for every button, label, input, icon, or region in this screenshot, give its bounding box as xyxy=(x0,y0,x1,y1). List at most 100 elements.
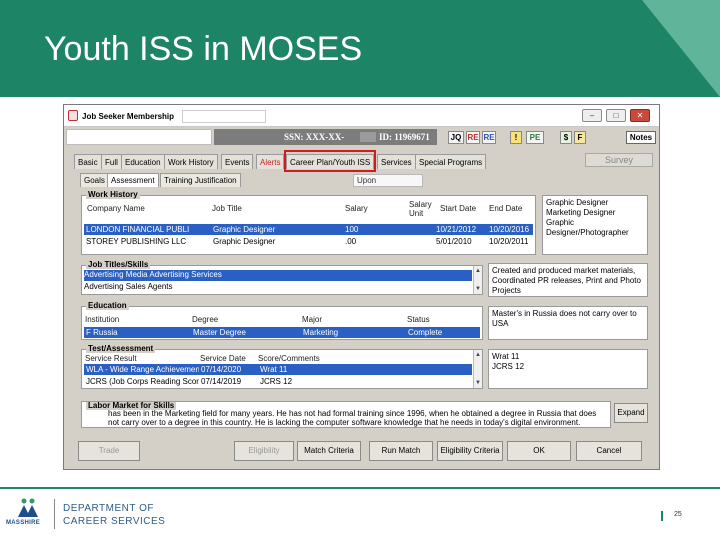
cell-score: Wrat 11 xyxy=(260,365,288,374)
job-titles-panel: Job Titles/Skills Advertising Media Adve… xyxy=(81,260,483,295)
notes-button[interactable]: Notes xyxy=(626,131,656,144)
maximize-button[interactable]: □ xyxy=(606,109,626,122)
col-job-title: Job Title xyxy=(212,204,242,213)
cancel-button[interactable]: Cancel xyxy=(576,441,642,461)
tab-education[interactable]: Education xyxy=(121,154,165,169)
work-history-title: Work History xyxy=(86,190,140,199)
close-button[interactable]: ✕ xyxy=(630,109,650,122)
id-label: ID: 11969671 xyxy=(379,132,430,142)
tab-highlight-box xyxy=(284,150,376,172)
jq-icon[interactable]: JQ xyxy=(448,131,464,144)
app-icon xyxy=(68,110,78,121)
run-match-button[interactable]: Run Match xyxy=(369,441,433,461)
expand-button[interactable]: Expand xyxy=(614,403,648,423)
labor-market-text[interactable]: has been in the Marketing field for many… xyxy=(108,409,608,427)
col-end-date: End Date xyxy=(489,204,523,213)
labor-market-panel: Labor Market for Skills has been in the … xyxy=(81,401,611,428)
tab-full[interactable]: Full xyxy=(101,154,122,169)
cell-service-date: 07/14/2019 xyxy=(201,377,242,386)
upon-field[interactable]: Upon xyxy=(353,174,423,187)
ssn-redaction xyxy=(360,132,376,142)
header-corner-decoration xyxy=(642,0,720,97)
col-major: Major xyxy=(302,315,323,324)
cell-major: Marketing xyxy=(303,328,339,337)
f-icon[interactable]: F xyxy=(574,131,586,144)
tab-special-programs[interactable]: Special Programs xyxy=(415,154,487,169)
cell-job-title: Graphic Designer xyxy=(213,237,276,246)
footer-divider xyxy=(54,499,55,529)
test-assessment-panel: Test/Assessment Service Result Service D… xyxy=(81,344,483,389)
cell-salary: 100 xyxy=(345,225,359,234)
info-left-field xyxy=(66,129,212,145)
cell-salary: .00 xyxy=(345,237,357,246)
education-notes[interactable]: Master's in Russia does not carry over t… xyxy=(488,306,648,340)
cell-end-date: 10/20/2011 xyxy=(489,237,529,246)
scroll-up-icon[interactable]: ▲ xyxy=(474,351,482,359)
table-row[interactable]: WLA - Wide Range Achievement 07/14/2020 … xyxy=(84,364,472,375)
job-titles-scrollbar[interactable]: ▲ ▼ xyxy=(473,266,482,294)
col-salary-unit: Salary Unit xyxy=(409,200,432,218)
ssn-label: SSN: XXX-XX- xyxy=(284,132,345,142)
pe-icon[interactable]: PE xyxy=(526,131,544,144)
job-titles-notes[interactable]: Created and produced market materials, C… xyxy=(488,263,648,297)
cell-score: JCRS 12 xyxy=(260,377,293,386)
cell-status: Complete xyxy=(408,328,443,337)
tab-events[interactable]: Events xyxy=(221,154,254,169)
re-icon-2[interactable]: RE xyxy=(482,131,496,144)
scroll-down-icon[interactable]: ▼ xyxy=(474,285,482,293)
ok-button[interactable]: OK xyxy=(507,441,571,461)
page-number-bar xyxy=(661,511,663,521)
col-service-date: Service Date xyxy=(200,354,246,363)
tab-alerts[interactable]: Alerts xyxy=(256,154,285,169)
subtab-assessment[interactable]: Assessment xyxy=(107,173,159,187)
subtab-training-justification[interactable]: Training Justification xyxy=(160,173,241,187)
col-service-result: Service Result xyxy=(85,354,137,363)
col-status: Status xyxy=(407,315,430,324)
cell-start-date: 10/21/2012 xyxy=(436,225,477,234)
survey-button[interactable]: Survey xyxy=(585,153,653,167)
trade-button[interactable]: Trade xyxy=(78,441,140,461)
col-score-comments: Score/Comments xyxy=(258,354,320,363)
col-start-date: Start Date xyxy=(440,204,477,213)
cell-service-result: WLA - Wide Range Achievement xyxy=(86,365,199,374)
work-history-notes[interactable]: Graphic Designer Marketing Designer Grap… xyxy=(542,195,648,255)
window-title: Job Seeker Membership xyxy=(82,112,175,121)
cell-institution: F Russia xyxy=(86,328,118,337)
cell-degree: Master Degree xyxy=(193,328,246,337)
eligibility-button[interactable]: Eligibility xyxy=(234,441,294,461)
table-row[interactable]: LONDON FINANCIAL PUBLI Graphic Designer … xyxy=(84,224,533,235)
col-degree: Degree xyxy=(192,315,219,324)
table-row[interactable]: F Russia Master Degree Marketing Complet… xyxy=(84,327,480,338)
re-icon[interactable]: RE xyxy=(466,131,480,144)
education-panel: Education Institution Degree Major Statu… xyxy=(81,301,483,340)
footer-line xyxy=(0,487,720,489)
title-bar: Job Seeker Membership – □ ✕ xyxy=(64,105,659,127)
subtab-goals[interactable]: Goals xyxy=(80,173,109,187)
education-title: Education xyxy=(86,301,129,310)
list-item[interactable]: Advertising Media Advertising Services xyxy=(84,270,472,281)
tab-basic[interactable]: Basic xyxy=(74,154,102,169)
cell-company: LONDON FINANCIAL PUBLI xyxy=(86,225,190,234)
cell-start-date: 5/01/2010 xyxy=(436,237,472,246)
dept-name-line-1: DEPARTMENT OF xyxy=(63,503,154,514)
table-row[interactable]: JCRS (Job Corps Reading Scor 07/14/2019 … xyxy=(84,376,472,387)
dollar-icon[interactable]: $ xyxy=(560,131,572,144)
minimize-button[interactable]: – xyxy=(582,109,602,122)
cell-end-date: 10/20/2016 xyxy=(489,225,530,234)
test-notes[interactable]: Wrat 11 JCRS 12 xyxy=(488,349,648,389)
scroll-up-icon[interactable]: ▲ xyxy=(474,267,482,275)
eligibility-criteria-button[interactable]: Eligibility Criteria xyxy=(437,441,503,461)
title-field xyxy=(182,110,266,123)
cell-service-result: JCRS (Job Corps Reading Scor xyxy=(86,377,199,386)
col-company-name: Company Name xyxy=(87,204,145,213)
test-scrollbar[interactable]: ▲ ▼ xyxy=(473,350,482,388)
table-row[interactable]: STOREY PUBLISHING LLC Graphic Designer .… xyxy=(84,236,533,247)
col-salary: Salary xyxy=(345,204,368,213)
tab-services[interactable]: Services xyxy=(377,154,416,169)
tab-work-history[interactable]: Work History xyxy=(164,154,218,169)
scroll-down-icon[interactable]: ▼ xyxy=(474,379,482,387)
warning-icon[interactable]: ! xyxy=(510,131,522,144)
list-item[interactable]: Advertising Sales Agents xyxy=(84,282,472,293)
match-criteria-button[interactable]: Match Criteria xyxy=(297,441,361,461)
slide-header: Youth ISS in MOSES xyxy=(0,0,720,97)
